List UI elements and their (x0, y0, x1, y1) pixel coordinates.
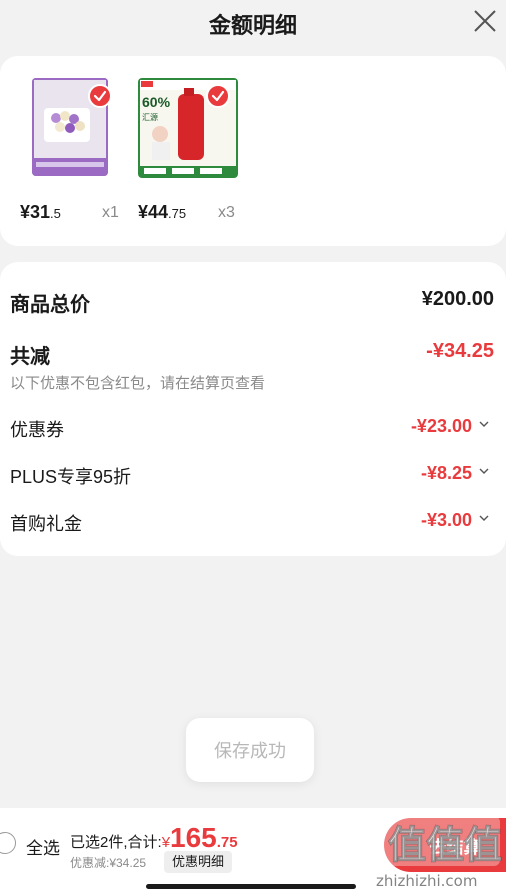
product-price: ¥44.75 (138, 202, 187, 222)
select-all-radio[interactable] (0, 832, 16, 854)
checkout-bar: 全选 已选2件,合计:¥165.75 优惠减:¥34.25 优惠明细 去结算 (0, 808, 506, 894)
checkout-button[interactable]: 去结算 (384, 818, 506, 872)
discount-item-first-purchase[interactable]: 首购礼金 -¥3.00 (10, 510, 494, 536)
product-thumb-brand: 汇源 (142, 113, 158, 122)
price-summary: 商品总价 ¥200.00 共减 -¥34.25 以下优惠不包含红包，请在结算页查… (0, 262, 506, 556)
product-quantity: x1 (102, 204, 119, 221)
check-icon[interactable] (206, 84, 230, 108)
select-all-label[interactable]: 全选 (26, 834, 60, 859)
discount-value: -¥3.00 (420, 510, 472, 530)
product-price: ¥31.5 (20, 202, 61, 222)
check-icon[interactable] (88, 84, 112, 108)
product-list: ¥31.5 x1 60% 汇源 ¥44.75 x3 (0, 56, 506, 246)
product-thumb-badge: 60% (142, 94, 171, 110)
chevron-down-icon[interactable] (478, 465, 490, 477)
close-icon[interactable] (472, 8, 498, 34)
discount-label: 首购礼金 (10, 514, 82, 534)
discount-total: 优惠减:¥34.25 (70, 856, 147, 870)
page-title: 金额明细 (208, 13, 297, 38)
total-value: ¥200.00 (421, 288, 494, 310)
product-quantity: x3 (218, 204, 235, 221)
toast-message: 保存成功 (186, 718, 314, 782)
header: 金额明细 (0, 0, 506, 46)
selected-summary: 已选2件,合计:¥165.75 (70, 822, 238, 853)
discount-item-coupon[interactable]: 优惠券 -¥23.00 (10, 416, 494, 442)
reduce-label: 共减 (10, 346, 50, 368)
chevron-down-icon[interactable] (478, 418, 490, 430)
discount-value: -¥23.00 (410, 416, 472, 436)
discount-item-plus[interactable]: PLUS专享95折 -¥8.25 (10, 463, 494, 489)
discount-label: PLUS专享95折 (10, 467, 132, 487)
reduce-value: -¥34.25 (426, 340, 494, 362)
chevron-down-icon[interactable] (478, 512, 490, 524)
total-row: 商品总价 ¥200.00 (10, 288, 494, 317)
reduce-row: 共减 -¥34.25 (10, 340, 494, 369)
discount-detail-button[interactable]: 优惠明细 (164, 851, 233, 873)
total-label: 商品总价 (10, 294, 90, 316)
home-indicator (146, 884, 356, 889)
discount-value: -¥8.25 (420, 463, 472, 483)
discount-label: 优惠券 (10, 420, 64, 440)
discount-note: 以下优惠不包含红包，请在结算页查看 (10, 375, 266, 392)
